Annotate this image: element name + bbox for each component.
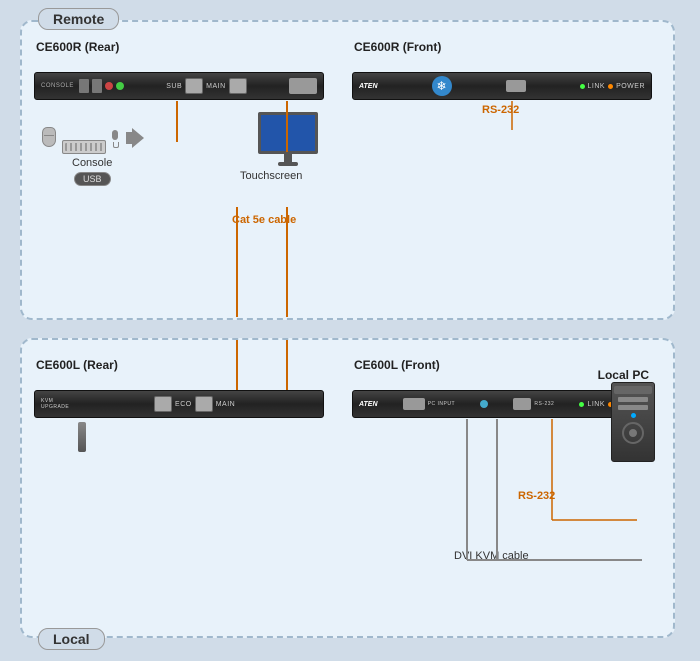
pc-disk-2 [618, 405, 648, 410]
monitor-screen [258, 112, 318, 154]
aten-logo-local: ATEN [359, 401, 378, 408]
usb-port-2 [92, 79, 102, 93]
pc-tower-top [614, 386, 652, 394]
touchscreen-label: Touchscreen [240, 170, 302, 182]
power-label: POWER [616, 83, 645, 90]
main-label-local: MAIN [216, 401, 236, 408]
mic-icon [110, 130, 120, 148]
link-led-remote [580, 84, 585, 89]
link-label-local: LINK [587, 401, 605, 408]
ce600l-rear-panel: KVMUPGRADE ECO MAIN [34, 390, 324, 418]
ce600r-front-label: CE600R (Front) [354, 40, 441, 54]
eco-label-local: ECO [175, 401, 192, 408]
local-connection-lines [22, 340, 673, 636]
ce600l-rear-label: CE600L (Rear) [36, 358, 118, 372]
mouse-icon [42, 127, 56, 147]
cat5e-label: Cat 5e cable [232, 214, 296, 226]
sub-label: SUB [166, 83, 182, 90]
remote-label: Remote [38, 8, 119, 30]
rj45-main-port [229, 78, 247, 94]
kvm-label: KVMUPGRADE [41, 398, 69, 410]
rs232-port-label: RS-232 [534, 401, 554, 407]
aten-logo-remote: ATEN [359, 83, 378, 90]
rs232-label-remote: RS-232 [482, 104, 519, 116]
ce600l-front-panel: ATEN PC INPUT RS-232 LINK POWER [352, 390, 652, 418]
speaker-icon-wrapper [126, 128, 148, 148]
keyboard-icon-wrapper [62, 140, 106, 154]
dongle-icon [78, 422, 86, 452]
rj45-eco-local [154, 396, 172, 412]
local-section: Local CE600L (Rear) KVMUPGRADE ECO MAIN … [20, 338, 675, 638]
monitor-base [278, 162, 298, 166]
keyboard-icon [62, 140, 106, 154]
monitor-stand [284, 154, 292, 162]
console-port-label: CONSOLE [41, 83, 74, 89]
ce600r-rear-label: CE600R (Rear) [36, 40, 119, 54]
rs232-port-local [513, 398, 531, 410]
speaker-icon [126, 128, 148, 148]
rj45-main-local [195, 396, 213, 412]
local-pc-label: Local PC [598, 368, 649, 382]
main-container: Remote CE600R (Rear) CONSOLE SUB MAIN CE… [10, 10, 690, 651]
pc-fan-center [629, 429, 637, 437]
console-label: Console [72, 157, 112, 169]
rs232-label-local: RS-232 [518, 490, 555, 502]
ce600r-front-panel: ATEN ❄ LINK POWER [352, 72, 652, 100]
rj45-eco-port [185, 78, 203, 94]
audio-port-red [105, 82, 113, 90]
dvi-port-local [403, 398, 425, 410]
main-label: MAIN [206, 83, 226, 90]
dvi-kvm-label: DVI KVM cable [454, 550, 529, 562]
remote-section: Remote CE600R (Rear) CONSOLE SUB MAIN CE… [20, 20, 675, 320]
dvi-port [289, 78, 317, 94]
pc-input-label: PC INPUT [428, 401, 455, 407]
ce600r-rear-panel: CONSOLE SUB MAIN [34, 72, 324, 100]
mic-icon-wrapper [110, 130, 120, 148]
usb-badge: USB [74, 172, 111, 186]
touchscreen-monitor [252, 112, 324, 166]
remote-connection-lines [22, 22, 673, 318]
mouse-icon-wrapper [42, 127, 56, 147]
link-led-local [579, 402, 584, 407]
usb-port-1 [79, 79, 89, 93]
ce600l-front-label: CE600L (Front) [354, 358, 440, 372]
audio-port-local [480, 400, 488, 408]
pc-fan [622, 422, 644, 444]
pc-tower [611, 382, 655, 462]
pc-disk-1 [618, 397, 648, 402]
pc-led [631, 413, 636, 418]
power-led-remote [608, 84, 613, 89]
audio-port-green [116, 82, 124, 90]
local-label: Local [38, 628, 105, 650]
snowflake-button[interactable]: ❄ [432, 76, 452, 96]
rs232-port-remote [506, 80, 526, 92]
link-label: LINK [588, 83, 606, 90]
